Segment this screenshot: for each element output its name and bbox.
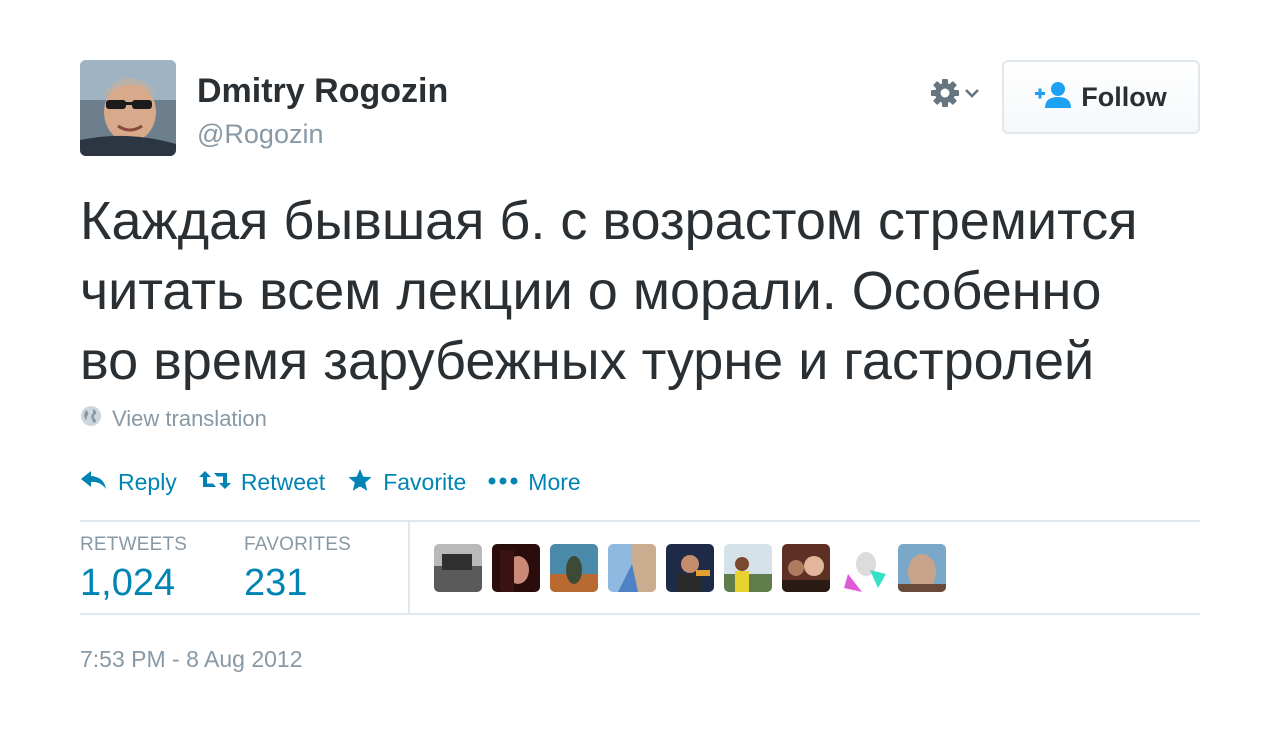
retweeter-avatar[interactable] [666,544,714,592]
retweet-icon [198,469,231,496]
tweet-line: читать всем лекции о морали. Особенно [80,261,1102,321]
retweeter-avatar[interactable] [434,544,482,592]
follow-button[interactable]: Follow [1002,60,1200,134]
tweet-line: Каждая бывшая б. с возрастом стремится [80,191,1138,251]
retweeter-avatar[interactable] [724,544,772,592]
retweeter-avatar[interactable] [840,544,888,592]
retweeter-avatar[interactable] [550,544,598,592]
favorites-stat[interactable]: FAVORITES 231 [244,534,351,605]
reply-button[interactable]: Reply [80,469,177,496]
settings-dropdown[interactable] [930,78,990,112]
view-translation-label: View translation [112,405,267,431]
author-handle[interactable]: @Rogozin [197,119,323,150]
author-name[interactable]: Dmitry Rogozin [197,72,448,111]
retweeter-avatar[interactable] [492,544,540,592]
retweet-button[interactable]: Retweet [198,468,326,496]
add-user-icon [1035,81,1072,114]
author-avatar[interactable] [80,60,176,156]
favorites-label: FAVORITES [244,534,352,555]
retweeter-avatar[interactable] [608,544,656,592]
more-label: More [528,468,581,495]
retweets-label: RETWEETS [80,534,188,555]
reply-icon [80,469,108,496]
favorite-label: Favorite [383,468,467,495]
gear-icon [930,78,960,113]
more-button[interactable]: More [488,468,581,496]
follow-label: Follow [1081,81,1167,112]
divider [80,613,1200,615]
more-dots-icon [488,473,518,491]
globe-icon [80,405,102,432]
tweet-actions: Reply Retweet Favorite More [80,464,603,500]
retweet-label: Retweet [240,468,326,495]
view-translation-link[interactable]: View translation [80,405,267,432]
retweets-stat[interactable]: RETWEETS 1,024 [80,534,187,605]
retweeter-avatar[interactable] [898,544,946,592]
chevron-down-icon [964,86,980,104]
retweeter-avatar[interactable] [782,544,830,592]
tweet-line: во время зарубежных турне и гастролей [80,331,1095,391]
star-icon [347,468,373,497]
divider [80,520,1200,522]
tweet-text: Каждая бывшая б. с возрастом стремится ч… [80,186,1200,396]
reply-label: Reply [118,468,177,495]
favorite-button[interactable]: Favorite [347,468,466,497]
favorites-count: 231 [244,562,308,604]
retweets-count: 1,024 [80,562,176,604]
tweet-timestamp[interactable]: 7:53 PM - 8 Aug 2012 [80,646,303,673]
retweeter-avatars [434,544,946,592]
stats-separator [408,522,410,613]
